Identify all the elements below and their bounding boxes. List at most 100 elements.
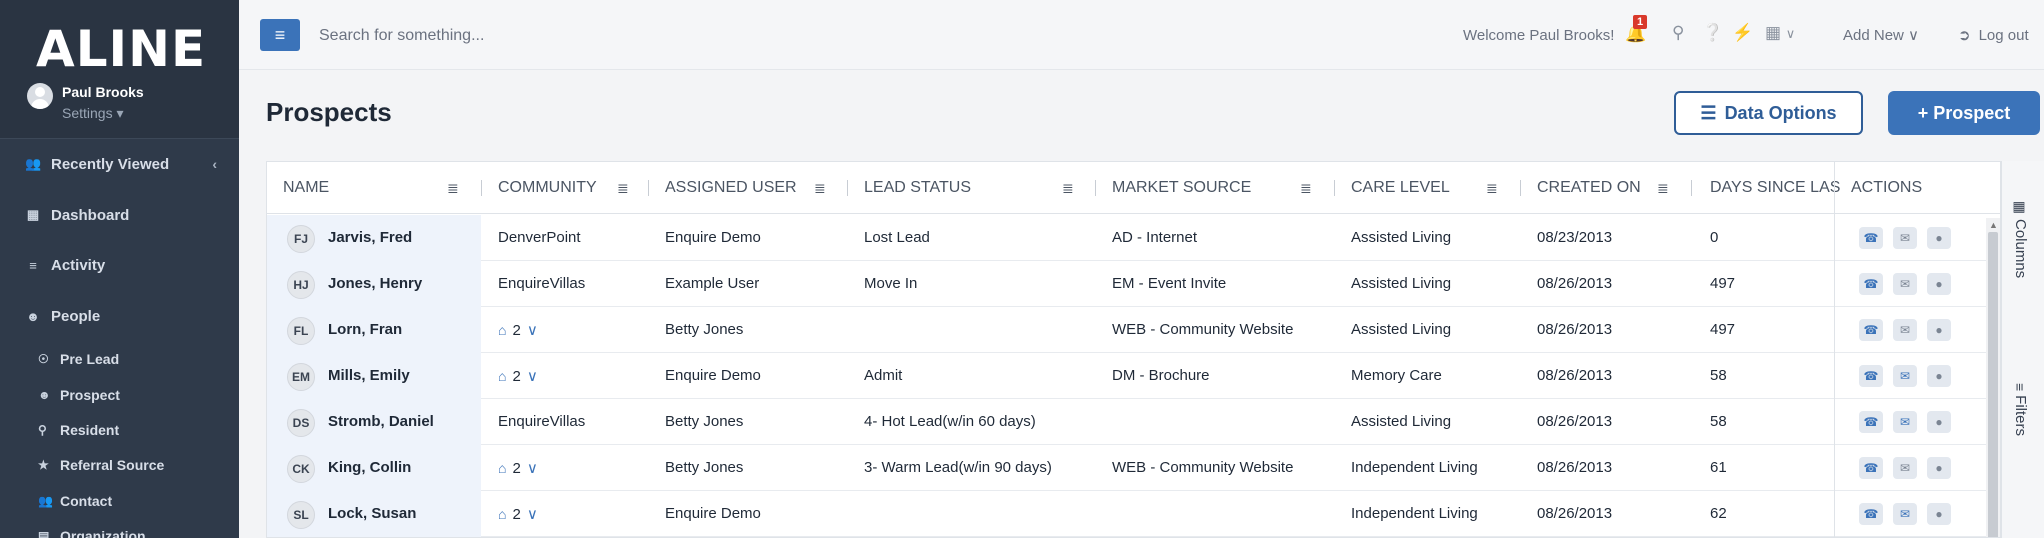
data-options-button[interactable]: ☰ Data Options <box>1674 91 1863 135</box>
column-filter[interactable]: ≣ <box>447 162 459 214</box>
community-multi[interactable]: ⌂ 2 ∨ <box>498 367 538 385</box>
column-header[interactable]: NAME <box>283 162 329 214</box>
column-resize-handle[interactable] <box>1691 180 1692 196</box>
settings-dropdown[interactable]: Settings ▾ <box>62 105 124 122</box>
sidebar-item-label: Pre Lead <box>60 351 120 367</box>
add-prospect-button[interactable]: + Prospect <box>1888 91 2040 135</box>
home-icon: ⌂ <box>498 322 507 338</box>
column-filter[interactable]: ≣ <box>1657 162 1669 214</box>
prospect-name-link[interactable]: Stromb, Daniel <box>328 413 434 430</box>
sidebar-item-recently-viewed[interactable]: 👥 Recently Viewed ‹ <box>0 144 239 184</box>
table-row[interactable]: DS Stromb, Daniel EnquireVillas Betty Jones… <box>267 399 2000 445</box>
community-multi[interactable]: ⌂ 2 ∨ <box>498 459 538 477</box>
filters-label: Filters <box>2012 395 2029 437</box>
bolt-icon[interactable]: ⚡ <box>1732 23 1753 43</box>
column-filter[interactable]: ≣ <box>1300 162 1312 214</box>
logout-link[interactable]: ➲ Log out <box>1958 0 2029 70</box>
add-new-dropdown[interactable]: Add New ∨ <box>1843 0 1919 70</box>
columns-tab[interactable]: ▦ Columns <box>2012 199 2029 278</box>
menu-toggle-button[interactable]: ≡ <box>260 19 300 51</box>
filter-icon[interactable]: ≣ <box>814 180 826 197</box>
table-row[interactable]: SL Lock, Susan ⌂ 2 ∨ Enquire Demo Independent … <box>267 491 2000 537</box>
table-row[interactable]: FJ Jarvis, Fred DenverPoint Enquire Demo Los… <box>267 215 2000 261</box>
hamburger-icon: ≡ <box>274 24 286 45</box>
column-header[interactable]: COMMUNITY <box>498 162 597 214</box>
name-cell[interactable]: CK King, Collin <box>267 445 481 491</box>
table-row[interactable]: EM Mills, Emily ⌂ 2 ∨ Enquire Demo Admit DM - B… <box>267 353 2000 399</box>
column-resize-handle[interactable] <box>648 180 649 196</box>
filter-icon[interactable]: ≣ <box>1657 180 1669 197</box>
column-resize-handle[interactable] <box>847 180 848 196</box>
column-header[interactable]: ASSIGNED USER <box>665 162 797 214</box>
table-row[interactable]: FL Lorn, Fran ⌂ 2 ∨ Betty Jones WEB - Communit… <box>267 307 2000 353</box>
prospect-name-link[interactable]: Mills, Emily <box>328 367 410 384</box>
prospect-name-link[interactable]: Jones, Henry <box>328 275 422 292</box>
avatar: FJ <box>287 225 315 253</box>
help-icon[interactable]: ❔ <box>1702 23 1723 43</box>
column-resize-handle[interactable] <box>1520 180 1521 196</box>
column-header[interactable]: CARE LEVEL <box>1351 162 1450 214</box>
scrollbar-thumb[interactable] <box>1988 232 1998 537</box>
filters-tab[interactable]: ≡ Filters <box>2012 383 2029 436</box>
days-since-cell: 61 <box>1710 459 1727 476</box>
community-multi[interactable]: ⌂ 2 ∨ <box>498 321 538 339</box>
name-cell[interactable]: SL Lock, Susan <box>267 491 481 537</box>
sidebar-item-contact[interactable]: 👥 Contact <box>0 486 239 516</box>
filter-icon[interactable]: ≣ <box>1300 180 1312 197</box>
home-icon: ⌂ <box>498 460 507 476</box>
sidebar-item-referral-source[interactable]: ★ Referral Source <box>0 450 239 480</box>
app-logo[interactable]: ALINE <box>36 20 206 78</box>
sidebar-item-label: Referral Source <box>60 457 165 473</box>
name-cell[interactable]: EM Mills, Emily <box>267 353 481 399</box>
name-cell[interactable]: FJ Jarvis, Fred <box>267 215 481 261</box>
lead-status-cell: Lost Lead <box>864 229 930 246</box>
table-row[interactable]: HJ Jones, Henry EnquireVillas Example User M… <box>267 261 2000 307</box>
scroll-up-icon[interactable]: ▲ <box>1989 220 1998 230</box>
name-cell[interactable]: FL Lorn, Fran <box>267 307 481 353</box>
column-header[interactable]: CREATED ON <box>1537 162 1641 214</box>
sidebar-item-resident[interactable]: ⚲ Resident <box>0 415 239 445</box>
name-cell[interactable]: HJ Jones, Henry <box>267 261 481 307</box>
sidebar-item-organization[interactable]: ▤ Organization <box>0 521 239 538</box>
community-multi[interactable]: ⌂ 2 ∨ <box>498 505 538 523</box>
chevron-down-icon[interactable]: ∨ <box>527 506 538 523</box>
column-header[interactable]: MARKET SOURCE <box>1112 162 1251 214</box>
sidebar-item-label: Activity <box>51 256 106 274</box>
users-icon: 👥 <box>25 156 42 171</box>
prospect-name-link[interactable]: Jarvis, Fred <box>328 229 412 246</box>
sidebar-item-dashboard[interactable]: ▦ Dashboard <box>0 195 239 235</box>
column-filter[interactable]: ≣ <box>1062 162 1074 214</box>
sidebar-item-pre-lead[interactable]: ☉ Pre Lead <box>0 344 239 374</box>
column-header[interactable]: LEAD STATUS <box>864 162 971 214</box>
name-cell[interactable]: DS Stromb, Daniel <box>267 399 481 445</box>
prospect-name-link[interactable]: Lock, Susan <box>328 505 416 522</box>
column-resize-handle[interactable] <box>1095 180 1096 196</box>
prospect-name-link[interactable]: Lorn, Fran <box>328 321 402 338</box>
sidebar-item-prospect[interactable]: ☻ Prospect <box>0 380 239 410</box>
column-header[interactable]: DAYS SINCE LAS <box>1710 162 1840 214</box>
column-resize-handle[interactable] <box>481 180 482 196</box>
filter-icon[interactable]: ≣ <box>617 180 629 197</box>
column-filter[interactable]: ≣ <box>1486 162 1498 214</box>
avatar[interactable] <box>27 83 53 109</box>
lead-status-cell: Move In <box>864 275 918 292</box>
search-icon[interactable]: ⚲ <box>1672 23 1684 43</box>
filter-icon[interactable]: ≣ <box>1486 180 1498 197</box>
column-filter[interactable]: ≣ <box>814 162 826 214</box>
prospect-name-link[interactable]: King, Collin <box>328 459 411 476</box>
column-resize-handle[interactable] <box>1334 180 1335 196</box>
column-filter[interactable]: ≣ <box>617 162 629 214</box>
filter-icon[interactable]: ≣ <box>447 180 459 197</box>
chevron-down-icon[interactable]: ∨ <box>527 322 538 339</box>
vertical-scrollbar[interactable]: ▲ <box>1986 218 2000 537</box>
table-row[interactable]: CK King, Collin ⌂ 2 ∨ Betty Jones 3- Warm Lead… <box>267 445 2000 491</box>
building-icon[interactable]: ▦ ∨ <box>1765 23 1795 43</box>
sidebar-item-activity[interactable]: ≡ Activity <box>0 245 239 285</box>
filter-icon[interactable]: ≣ <box>1062 180 1074 197</box>
sidebar-item-people[interactable]: ☻ People <box>0 296 239 336</box>
chevron-down-icon[interactable]: ∨ <box>527 460 538 477</box>
collapse-chevron-icon[interactable]: ‹ <box>212 156 217 172</box>
chevron-down-icon[interactable]: ∨ <box>527 368 538 385</box>
community-count: 2 <box>512 506 521 523</box>
search-input[interactable] <box>319 22 719 50</box>
